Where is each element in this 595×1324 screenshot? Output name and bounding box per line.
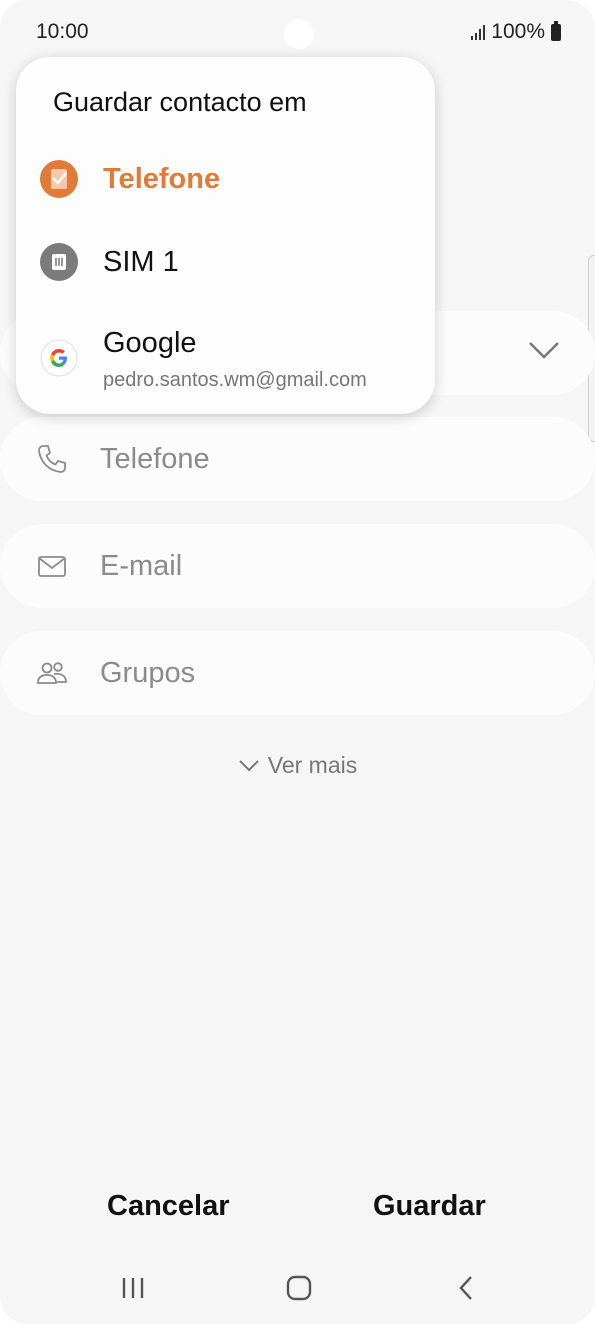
screen: 10:00 100% Telefone E-mail Grupos Ver ma… [0, 0, 595, 1324]
back-button[interactable] [436, 1262, 496, 1314]
signal-icon [471, 24, 486, 40]
option-sim1[interactable]: SIM 1 [16, 235, 435, 291]
navigation-bar [0, 1262, 595, 1314]
phone-icon [38, 445, 66, 473]
recent-apps-button[interactable] [103, 1262, 163, 1314]
see-more-label: Ver mais [267, 752, 358, 778]
option-phone[interactable]: Telefone [16, 152, 435, 208]
back-icon [459, 1276, 472, 1300]
chevron-down-icon [529, 342, 559, 359]
option-phone-label: Telefone [103, 163, 221, 195]
email-field[interactable]: E-mail [0, 524, 595, 608]
email-placeholder: E-mail [100, 549, 183, 582]
camera-cutout [284, 19, 314, 49]
home-icon [286, 1275, 312, 1301]
chevron-down-icon [239, 759, 259, 771]
save-location-popup: Guardar contacto em Telefone SIM 1 Googl… [16, 57, 435, 414]
save-button[interactable]: Guardar [373, 1190, 486, 1223]
option-google-account: pedro.santos.wm@gmail.com [103, 369, 367, 391]
battery-icon [551, 20, 561, 41]
google-icon [40, 339, 78, 377]
phone-placeholder: Telefone [100, 442, 210, 475]
sim-card-icon [40, 243, 78, 281]
status-time: 10:00 [36, 20, 89, 43]
groups-icon [37, 662, 67, 684]
option-google[interactable]: Google pedro.santos.wm@gmail.com [16, 319, 435, 399]
popup-title: Guardar contacto em [53, 87, 307, 117]
option-google-label: Google [103, 327, 197, 359]
recent-apps-icon [122, 1278, 144, 1298]
email-icon [38, 556, 66, 577]
see-more-button[interactable]: Ver mais [0, 752, 595, 779]
battery-percent: 100% [491, 20, 545, 43]
status-indicators: 100% [471, 20, 561, 44]
option-sim1-label: SIM 1 [103, 246, 179, 278]
phone-storage-icon [40, 160, 78, 198]
groups-placeholder: Grupos [100, 656, 196, 689]
home-button[interactable] [269, 1262, 329, 1314]
cancel-button[interactable]: Cancelar [107, 1190, 230, 1223]
phone-field[interactable]: Telefone [0, 417, 595, 501]
groups-field[interactable]: Grupos [0, 631, 595, 715]
